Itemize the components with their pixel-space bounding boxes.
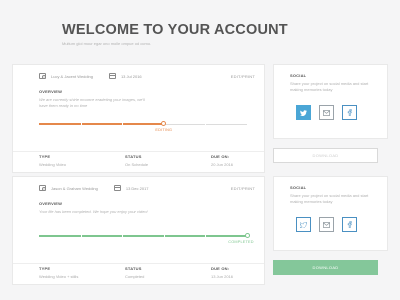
page-subtitle: Multum gloi mour egar ono molle ompue od…	[62, 41, 152, 46]
status-label: STATUS	[125, 266, 142, 271]
order-info: TYPE Wedding Video + stills STATUS Compl…	[39, 266, 254, 279]
overview: OVERVIEW Your file has been completed. W…	[39, 201, 149, 215]
mail-icon	[323, 109, 330, 116]
download-button[interactable]: DOWNLOAD	[273, 148, 378, 163]
overview: OVERVIEW We are currently shirle mounce …	[39, 89, 149, 109]
status-value: On Schedule	[125, 162, 149, 167]
due-column: DUE ON: 13 Jun 2016	[211, 266, 233, 279]
overview-text: Your file has been completed. We hope yo…	[39, 209, 148, 214]
status-value: Completed	[125, 274, 145, 279]
email-button[interactable]	[319, 105, 334, 120]
progress-fill	[39, 123, 164, 125]
camera-icon	[39, 185, 46, 191]
type-value: Wedding Video + stills	[39, 274, 79, 279]
social-title: SOCIAL	[290, 185, 307, 190]
progress-tick	[163, 234, 165, 238]
order-card: Lucy & Jacent Wedding 13 Jul 2016 EDIT/P…	[12, 64, 265, 173]
progress-tick	[122, 234, 124, 238]
facebook-button[interactable]	[342, 217, 357, 232]
page-header: WELCOME TO YOUR ACCOUNT Multum gloi mour…	[62, 22, 288, 46]
social-buttons	[296, 217, 357, 232]
progress-bar: EDITING	[39, 121, 247, 135]
social-text: Share your project on social media and s…	[290, 193, 369, 204]
mail-icon	[323, 221, 330, 228]
order-info: TYPE Wedding Video STATUS On Schedule DU…	[39, 154, 254, 167]
order-date: 13 Jul 2016	[120, 73, 142, 79]
overview-label: OVERVIEW	[39, 89, 63, 94]
due-value: 13 Jun 2016	[211, 274, 234, 279]
order-side: SOCIAL Share your project on social medi…	[273, 64, 388, 173]
twitter-button[interactable]	[296, 217, 311, 232]
edit-print-link[interactable]: EDIT/PRINT	[231, 74, 255, 79]
download-button[interactable]: DOWNLOAD	[273, 260, 378, 275]
progress-marker	[161, 121, 167, 126]
facebook-icon	[347, 221, 352, 228]
camera-icon	[39, 73, 46, 79]
social-buttons	[296, 105, 357, 120]
order-meta: Lucy & Jacent Wedding 13 Jul 2016	[39, 73, 142, 79]
order-row: Jason & Graham Wedding 13 Dec 2017 EDIT/…	[12, 176, 388, 285]
overview-text: We are currently shirle mounce eradeting…	[39, 97, 145, 108]
social-card: SOCIAL Share your project on social medi…	[273, 176, 388, 251]
order-date: 13 Dec 2017	[125, 185, 149, 191]
twitter-icon	[300, 221, 307, 228]
social-title: SOCIAL	[290, 73, 307, 78]
type-label: TYPE	[39, 154, 51, 159]
edit-print-link[interactable]: EDIT/PRINT	[231, 186, 255, 191]
facebook-button[interactable]	[342, 105, 357, 120]
type-column: TYPE Wedding Video	[39, 154, 125, 167]
order-name: Lucy & Jacent Wedding	[51, 73, 93, 79]
stage-label: EDITING	[155, 128, 173, 132]
calendar-icon	[113, 185, 121, 191]
status-column: STATUS On Schedule	[125, 154, 211, 167]
progress-tick	[80, 234, 82, 238]
progress-tick	[205, 234, 207, 238]
status-column: STATUS Completed	[125, 266, 211, 279]
email-button[interactable]	[319, 217, 334, 232]
social-text: Share your project on social media and s…	[290, 81, 369, 92]
progress-fill	[39, 235, 247, 237]
social-card: SOCIAL Share your project on social medi…	[273, 64, 388, 139]
divider	[13, 263, 264, 264]
due-label: DUE ON:	[211, 266, 230, 271]
progress-tick	[205, 122, 207, 126]
stage-label: COMPLETED	[228, 240, 254, 244]
progress-bar: COMPLETED	[39, 233, 254, 247]
overview-label: OVERVIEW	[39, 201, 63, 206]
type-label: TYPE	[39, 266, 51, 271]
order-meta: Jason & Graham Wedding 13 Dec 2017	[39, 185, 149, 191]
due-value: 20 Jun 2016	[211, 162, 234, 167]
progress-tick	[122, 122, 124, 126]
due-column: DUE ON: 20 Jun 2016	[211, 154, 233, 167]
twitter-button[interactable]	[296, 105, 311, 120]
order-name: Jason & Graham Wedding	[51, 185, 98, 191]
status-label: STATUS	[125, 154, 142, 159]
order-card: Jason & Graham Wedding 13 Dec 2017 EDIT/…	[12, 176, 265, 285]
progress-tick	[80, 122, 82, 126]
order-row: Lucy & Jacent Wedding 13 Jul 2016 EDIT/P…	[12, 64, 388, 173]
facebook-icon	[347, 109, 352, 116]
type-value: Wedding Video	[39, 162, 66, 167]
progress-marker	[244, 233, 250, 238]
type-column: TYPE Wedding Video + stills	[39, 266, 125, 279]
divider	[13, 151, 264, 152]
calendar-icon	[108, 73, 116, 79]
due-label: DUE ON:	[211, 154, 230, 159]
twitter-icon	[300, 109, 307, 116]
page-title: WELCOME TO YOUR ACCOUNT	[62, 22, 288, 38]
order-side: SOCIAL Share your project on social medi…	[273, 176, 388, 285]
